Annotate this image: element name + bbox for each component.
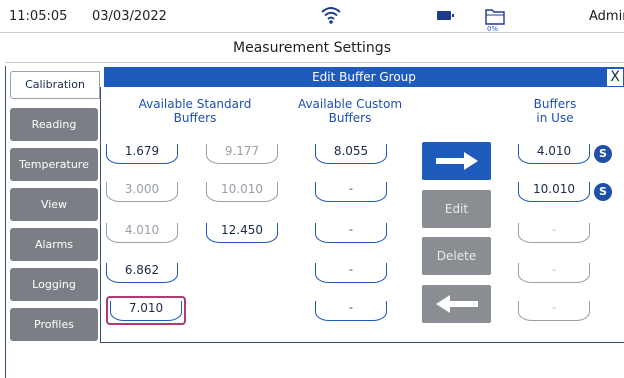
inuse-buffer-empty[interactable]: -: [518, 299, 590, 321]
buffer-value: -: [349, 223, 353, 236]
standard-badge: S: [594, 145, 612, 163]
inuse-buffer-4010[interactable]: 4.010: [518, 142, 590, 164]
standard-buffers-header: Available Standard Buffers: [120, 97, 270, 125]
buffer-value: -: [349, 263, 353, 276]
custom-buffer-empty[interactable]: -: [315, 180, 387, 202]
custom-buffers-header: Available Custom Buffers: [280, 97, 420, 125]
custom-buffer-empty[interactable]: -: [315, 221, 387, 243]
custom-buffer-empty[interactable]: -: [315, 261, 387, 283]
buffer-value: 4.010: [536, 144, 572, 158]
edit-button[interactable]: Edit: [422, 190, 491, 228]
sidebar-item-reading[interactable]: Reading: [10, 108, 98, 141]
buffer-value: 10.010: [221, 182, 263, 196]
add-buffer-button[interactable]: [422, 142, 491, 180]
battery-icon: [437, 11, 454, 20]
sidebar-item-view[interactable]: View: [10, 188, 98, 221]
custom-buffer-8055[interactable]: 8.055: [315, 142, 387, 164]
delete-button[interactable]: Delete: [422, 237, 491, 275]
buffer-value: -: [552, 301, 556, 314]
status-bar: 11:05:05 03/03/2022 0% Admin: [0, 0, 624, 33]
status-date: 03/03/2022: [92, 9, 167, 24]
arrow-right-icon: [435, 152, 478, 170]
inuse-buffer-empty[interactable]: -: [518, 261, 590, 283]
standard-buffer-10010[interactable]: 10.010: [206, 180, 278, 202]
arrow-left-icon: [435, 295, 478, 313]
divider: [5, 62, 624, 63]
panel-border: [100, 342, 624, 343]
buffer-value: -: [349, 182, 353, 195]
buffer-value: -: [552, 263, 556, 276]
buffer-value: 3.000: [124, 182, 160, 196]
standard-buffer-9177[interactable]: 9.177: [206, 142, 278, 164]
buffer-value: 8.055: [333, 144, 369, 158]
close-button[interactable]: X: [606, 68, 624, 87]
header-line: Available Custom: [297, 97, 403, 111]
buffer-value: 4.010: [124, 223, 160, 237]
buffer-value: 12.450: [221, 223, 263, 237]
inuse-buffer-10010[interactable]: 10.010: [518, 180, 590, 202]
buffer-value: -: [349, 301, 353, 314]
buffer-value: 6.862: [124, 263, 160, 277]
inuse-buffers-header: Buffers in Use: [520, 97, 590, 125]
page-title: Measurement Settings: [233, 40, 391, 56]
standard-buffer-12450[interactable]: 12.450: [206, 221, 278, 243]
remove-buffer-button[interactable]: [422, 285, 491, 323]
buffer-value: 1.679: [124, 144, 160, 158]
panel-title: Edit Buffer Group: [104, 67, 624, 87]
header-line: Buffers: [173, 111, 217, 125]
standard-buffer-7010[interactable]: 7.010: [110, 299, 182, 321]
buffer-value: 10.010: [533, 182, 575, 196]
header-line: Buffers: [328, 111, 372, 125]
standard-buffer-4010[interactable]: 4.010: [106, 221, 178, 243]
sidebar-item-logging[interactable]: Logging: [10, 268, 98, 301]
inuse-buffer-empty[interactable]: -: [518, 221, 590, 243]
buffer-value: 7.010: [128, 301, 164, 315]
buffer-value: 9.177: [224, 144, 260, 158]
header-line: Buffers: [533, 97, 577, 111]
sidebar-item-profiles[interactable]: Profiles: [10, 308, 98, 341]
storage-percent: 0%: [487, 25, 499, 33]
custom-buffer-empty[interactable]: -: [315, 299, 387, 321]
status-time: 11:05:05: [9, 9, 68, 24]
standard-buffer-3000[interactable]: 3.000: [106, 180, 178, 202]
sidebar-item-temperature[interactable]: Temperature: [10, 148, 98, 181]
buffer-value: -: [552, 223, 556, 236]
header-line: in Use: [536, 111, 574, 125]
user-name[interactable]: Admin: [589, 9, 624, 24]
tab-calibration[interactable]: Calibration: [10, 71, 100, 99]
wifi-icon: [321, 7, 341, 24]
header-line: Available Standard: [138, 97, 252, 111]
standard-buffer-6862[interactable]: 6.862: [106, 261, 178, 283]
sidebar-item-alarms[interactable]: Alarms: [10, 228, 98, 261]
standard-buffer-1679[interactable]: 1.679: [106, 142, 178, 164]
panel-border: [100, 87, 101, 342]
standard-badge: S: [594, 183, 612, 201]
